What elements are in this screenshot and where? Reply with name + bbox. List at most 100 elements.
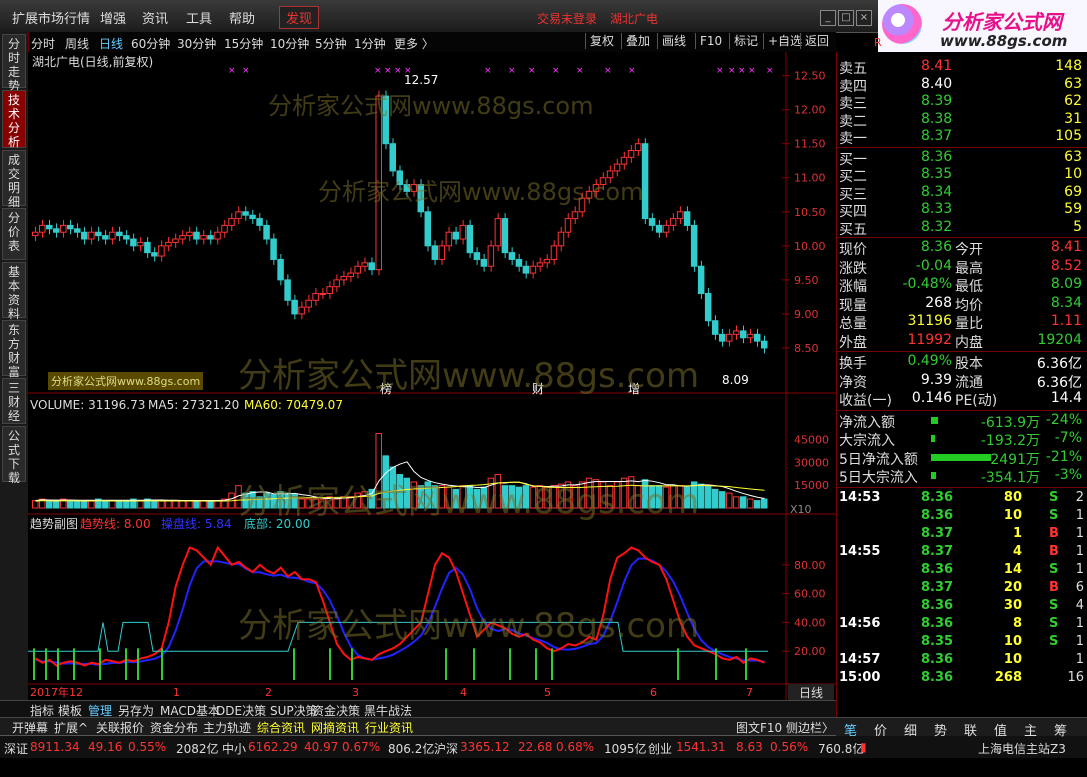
candle-body[interactable]: [144, 241, 151, 254]
candle-body[interactable]: [760, 340, 768, 349]
candle-body[interactable]: [319, 292, 326, 295]
candle-body[interactable]: [627, 150, 635, 158]
candle-body[interactable]: [718, 333, 726, 342]
candle-body[interactable]: [46, 224, 53, 230]
candle-body[interactable]: [557, 231, 565, 247]
info-tab-2[interactable]: 关联报价: [96, 719, 144, 736]
info-tab-4[interactable]: 主力轨迹: [203, 719, 251, 736]
candle-body[interactable]: [277, 258, 284, 281]
info-tab-3[interactable]: 资金分布: [150, 719, 198, 736]
candle-body[interactable]: [606, 170, 614, 179]
candle-body[interactable]: [74, 228, 81, 233]
close-button[interactable]: ×: [856, 10, 872, 26]
candle-body[interactable]: [508, 252, 516, 260]
candle-body[interactable]: [263, 224, 270, 240]
info-tab-7[interactable]: 行业资讯: [365, 719, 413, 736]
candle-body[interactable]: [753, 333, 761, 342]
minimize-button[interactable]: _: [820, 10, 836, 26]
period-15min[interactable]: 15分钟: [224, 35, 263, 52]
menu-discover[interactable]: 发现: [279, 6, 320, 29]
candle-body[interactable]: [354, 265, 361, 274]
candle-body[interactable]: [704, 292, 712, 322]
candle-body[interactable]: [690, 224, 698, 267]
f10-graphic-button[interactable]: 图文F10: [736, 719, 782, 736]
candle-body[interactable]: [396, 170, 404, 186]
period-more[interactable]: 更多 〉: [394, 35, 434, 52]
mark-button[interactable]: 标记: [729, 33, 762, 49]
candle-body[interactable]: [564, 218, 572, 233]
overlay-button[interactable]: 叠加: [621, 33, 654, 49]
candle-body[interactable]: [403, 184, 411, 192]
candle-body[interactable]: [452, 231, 460, 240]
candle-body[interactable]: [620, 156, 628, 165]
period-10min[interactable]: 10分钟: [270, 35, 309, 52]
server-name[interactable]: 上海电信主站Z3: [978, 740, 1066, 757]
login-status[interactable]: 交易未登录: [537, 10, 597, 27]
candle-body[interactable]: [116, 231, 123, 237]
candle-body[interactable]: [298, 306, 305, 315]
candle-body[interactable]: [326, 286, 333, 294]
candle-body[interactable]: [305, 299, 312, 308]
event-rank-marker[interactable]: 榜: [380, 381, 392, 396]
period-5min[interactable]: 5分钟: [315, 35, 347, 52]
period-week[interactable]: 周线: [65, 35, 89, 52]
candle-body[interactable]: [417, 184, 425, 213]
info-tab-0[interactable]: 开弹幕: [12, 719, 48, 736]
candle-body[interactable]: [431, 245, 439, 260]
candle-body[interactable]: [102, 235, 109, 240]
candle-body[interactable]: [242, 211, 249, 216]
tab-price-table[interactable]: 分价表: [2, 208, 26, 260]
right-tab-1[interactable]: 价: [874, 720, 887, 739]
candle-body[interactable]: [256, 218, 263, 226]
candle-body[interactable]: [683, 211, 691, 226]
candle-body[interactable]: [697, 265, 705, 294]
candle-body[interactable]: [60, 224, 67, 233]
tab-formula-download[interactable]: 公式下载: [2, 426, 26, 485]
right-tab-2[interactable]: 细: [904, 720, 917, 739]
candle-body[interactable]: [284, 279, 291, 301]
tab-finance[interactable]: 三财经: [2, 378, 26, 424]
candle-body[interactable]: [445, 231, 453, 247]
candle-body[interactable]: [228, 218, 235, 226]
candle-body[interactable]: [130, 238, 137, 247]
candle-body[interactable]: [494, 218, 502, 247]
candle-body[interactable]: [746, 333, 754, 339]
restore-right-button[interactable]: 复权: [585, 33, 618, 49]
menu-tools[interactable]: 工具: [186, 8, 212, 27]
event-finance-marker[interactable]: 财: [532, 382, 544, 396]
period-badge[interactable]: 日线: [788, 684, 834, 700]
right-tab-5[interactable]: 值: [994, 720, 1007, 739]
candle-body[interactable]: [291, 299, 298, 315]
candle-body[interactable]: [725, 333, 733, 342]
chart-area[interactable]: 12.50 12.00 11.50 11.00 10.50 10.00 9.50 9.00 8.…: [28, 52, 836, 718]
back-button[interactable]: 返回: [800, 33, 833, 49]
candle-body[interactable]: [347, 272, 354, 277]
sidebar-toggle-button[interactable]: 侧边栏〉: [786, 719, 834, 736]
candle-body[interactable]: [550, 245, 558, 260]
right-tab-0[interactable]: 笔: [844, 720, 857, 739]
right-tab-7[interactable]: 筹: [1054, 720, 1067, 739]
candle-body[interactable]: [249, 214, 256, 220]
candle-body[interactable]: [151, 252, 158, 257]
candle-body[interactable]: [375, 95, 382, 271]
menu-news[interactable]: 资讯: [142, 8, 168, 27]
info-tab-1[interactable]: 扩展^: [54, 719, 88, 736]
candle-body[interactable]: [137, 241, 144, 247]
candle-body[interactable]: [662, 224, 670, 233]
tab-trade-detail[interactable]: 成交明细: [2, 150, 26, 209]
candle-body[interactable]: [95, 231, 102, 237]
candle-body[interactable]: [613, 163, 621, 172]
info-tab-5[interactable]: 综合资讯: [257, 719, 305, 736]
menu-extended-market[interactable]: 扩展市场行情: [12, 8, 90, 27]
tab-technical-analysis[interactable]: 技术分析: [2, 90, 26, 149]
candle-body[interactable]: [389, 143, 396, 172]
candle-body[interactable]: [543, 258, 551, 264]
candle-body[interactable]: [459, 224, 467, 240]
right-tab-6[interactable]: 主: [1024, 720, 1037, 739]
period-60min[interactable]: 60分钟: [131, 35, 170, 52]
period-minute[interactable]: 分时: [31, 35, 55, 52]
candle-body[interactable]: [270, 238, 277, 260]
candle-body[interactable]: [214, 231, 221, 240]
candle-body[interactable]: [235, 211, 242, 220]
candle-body[interactable]: [39, 224, 46, 233]
